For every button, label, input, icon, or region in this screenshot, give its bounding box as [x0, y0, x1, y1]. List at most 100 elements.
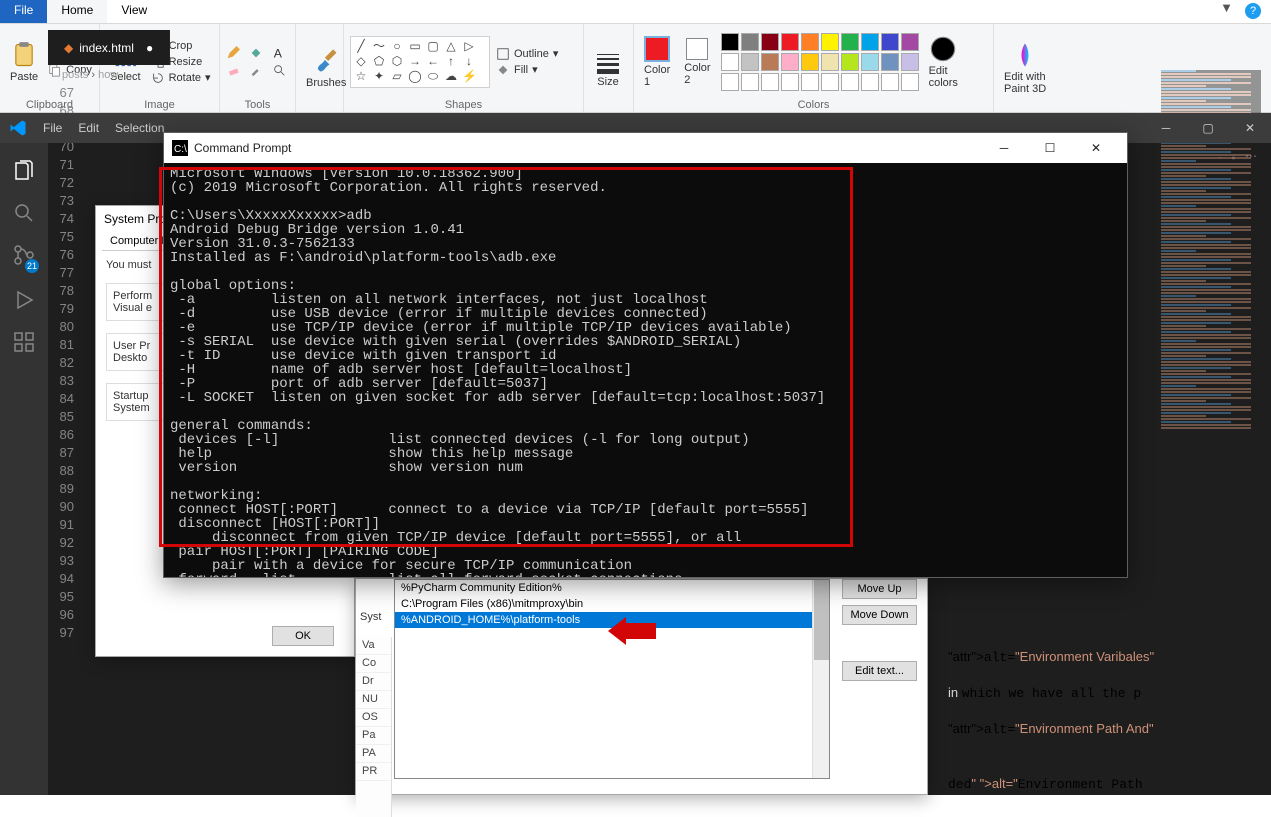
env-side-list[interactable]: VaCoDrNUOSPaPAPR	[356, 637, 392, 817]
movedown-button[interactable]: Move Down	[842, 605, 917, 625]
color-swatch[interactable]	[881, 73, 899, 91]
color-swatch[interactable]	[841, 73, 859, 91]
cmd-output[interactable]: Microsoft Windows [Version 10.0.18362.90…	[164, 163, 1127, 577]
fill-button[interactable]: Fill▾	[496, 63, 558, 77]
list-item[interactable]: Dr	[356, 673, 391, 691]
color-swatch[interactable]	[901, 53, 919, 71]
cmd-min-button[interactable]: ─	[981, 133, 1027, 163]
paint3d-button[interactable]: Edit with Paint 3D	[1000, 39, 1050, 97]
list-item[interactable]: C:\Program Files (x86)\mitmproxy\bin	[395, 596, 829, 612]
list-item[interactable]: NU	[356, 691, 391, 709]
activity-bar	[0, 113, 48, 795]
color-swatch[interactable]	[721, 53, 739, 71]
color-swatch[interactable]	[861, 53, 879, 71]
tab-view[interactable]: View	[107, 0, 161, 23]
fill-icon	[496, 63, 510, 77]
cmd-close-button[interactable]: ✕	[1073, 133, 1119, 163]
scm-icon[interactable]	[12, 243, 36, 270]
color-swatch[interactable]	[801, 53, 819, 71]
list-item[interactable]: Co	[356, 655, 391, 673]
eraser-icon[interactable]	[226, 63, 240, 77]
debug-icon[interactable]	[12, 288, 36, 312]
svg-text:A: A	[274, 46, 283, 60]
bucket-icon[interactable]	[249, 46, 263, 60]
paint-titlebar-min[interactable]: ▼	[1220, 0, 1233, 15]
color-palette[interactable]	[721, 33, 919, 91]
cmd-icon: C:\	[172, 140, 188, 156]
brush-icon	[312, 47, 340, 75]
color-swatch[interactable]	[801, 73, 819, 91]
scrollbar[interactable]	[812, 580, 829, 778]
picker-icon[interactable]	[249, 63, 263, 77]
outline-button[interactable]: Outline▾	[496, 47, 558, 61]
size-icon	[594, 54, 622, 74]
color-swatch[interactable]	[781, 53, 799, 71]
env-path-list[interactable]: %PyCharm Community Edition% C:\Program F…	[394, 579, 830, 779]
zoom-icon[interactable]	[272, 63, 286, 77]
color-swatch[interactable]	[881, 33, 899, 51]
size-button[interactable]: Size	[590, 46, 626, 90]
shapes-gallery[interactable]: ╱〜○▭▢△▷ ◇⬠⬡→←↑↓ ☆✦▱◯⬭☁⚡	[350, 36, 490, 88]
editor-tab-index[interactable]: ◆index.html●	[48, 30, 170, 65]
color-swatch[interactable]	[761, 73, 779, 91]
moveup-button[interactable]: Move Up	[842, 579, 917, 599]
list-item[interactable]: OS	[356, 709, 391, 727]
color-swatch[interactable]	[721, 73, 739, 91]
color-swatch[interactable]	[721, 33, 739, 51]
color-swatch[interactable]	[781, 33, 799, 51]
color1-button[interactable]: Color 1	[640, 34, 674, 90]
text-icon[interactable]: A	[272, 46, 286, 60]
edittext-button[interactable]: Edit text...	[842, 661, 917, 681]
color-swatch[interactable]	[741, 53, 759, 71]
code-fragment: ded" ">alt="Environment Path	[948, 776, 1143, 792]
color-swatch[interactable]	[761, 33, 779, 51]
list-item[interactable]: PA	[356, 745, 391, 763]
rotate-icon	[151, 71, 165, 85]
color-swatch[interactable]	[821, 53, 839, 71]
cmd-max-button[interactable]: ☐	[1027, 133, 1073, 163]
color-swatch[interactable]	[741, 33, 759, 51]
color-swatch[interactable]	[901, 73, 919, 91]
vscode-max-button[interactable]: ▢	[1187, 113, 1229, 143]
pencil-icon[interactable]	[226, 46, 240, 60]
color-swatch[interactable]	[821, 33, 839, 51]
vscode-min-button[interactable]: ─	[1145, 113, 1187, 143]
color2-swatch	[686, 38, 708, 60]
explorer-icon[interactable]	[12, 159, 36, 183]
edit-colors-button[interactable]: Edit colors	[925, 33, 962, 91]
color-swatch[interactable]	[861, 73, 879, 91]
color-swatch[interactable]	[781, 73, 799, 91]
tab-home[interactable]: Home	[47, 0, 107, 23]
breadcrumb[interactable]: postshow	[48, 65, 132, 85]
color-swatch[interactable]	[841, 33, 859, 51]
color-swatch[interactable]	[881, 53, 899, 71]
vscode-menu[interactable]: FileEditSelection	[36, 117, 171, 139]
color2-button[interactable]: Color 2	[680, 36, 714, 88]
search-icon[interactable]	[12, 201, 36, 225]
list-item[interactable]: Va	[356, 637, 391, 655]
list-item[interactable]: Pa	[356, 727, 391, 745]
env-syst-label: Syst	[356, 611, 381, 623]
color-swatch[interactable]	[821, 73, 839, 91]
paste-icon	[10, 41, 38, 69]
annotation-arrow-icon	[608, 617, 658, 645]
color-swatch[interactable]	[861, 33, 879, 51]
list-item[interactable]: PR	[356, 763, 391, 781]
color-swatch[interactable]	[901, 33, 919, 51]
cmd-titlebar[interactable]: C:\ Command Prompt ─ ☐ ✕	[164, 133, 1127, 163]
vscode-icon	[8, 118, 28, 138]
list-item[interactable]: %PyCharm Community Edition%	[395, 580, 829, 596]
tab-file[interactable]: File	[0, 0, 47, 23]
sysprops-ok-button[interactable]: OK	[272, 626, 334, 646]
color-swatch[interactable]	[741, 73, 759, 91]
code-fragment: "attr">alt="Environment Path And"	[948, 721, 1154, 737]
rotate-button[interactable]: Rotate▾	[151, 71, 211, 85]
outline-icon	[496, 47, 510, 61]
vscode-close-button[interactable]: ✕	[1229, 113, 1271, 143]
color-swatch[interactable]	[801, 33, 819, 51]
color-swatch[interactable]	[841, 53, 859, 71]
help-icon[interactable]: ?	[1245, 3, 1261, 19]
extensions-icon[interactable]	[12, 330, 36, 354]
color-swatch[interactable]	[761, 53, 779, 71]
paste-button[interactable]: Paste	[6, 39, 42, 85]
